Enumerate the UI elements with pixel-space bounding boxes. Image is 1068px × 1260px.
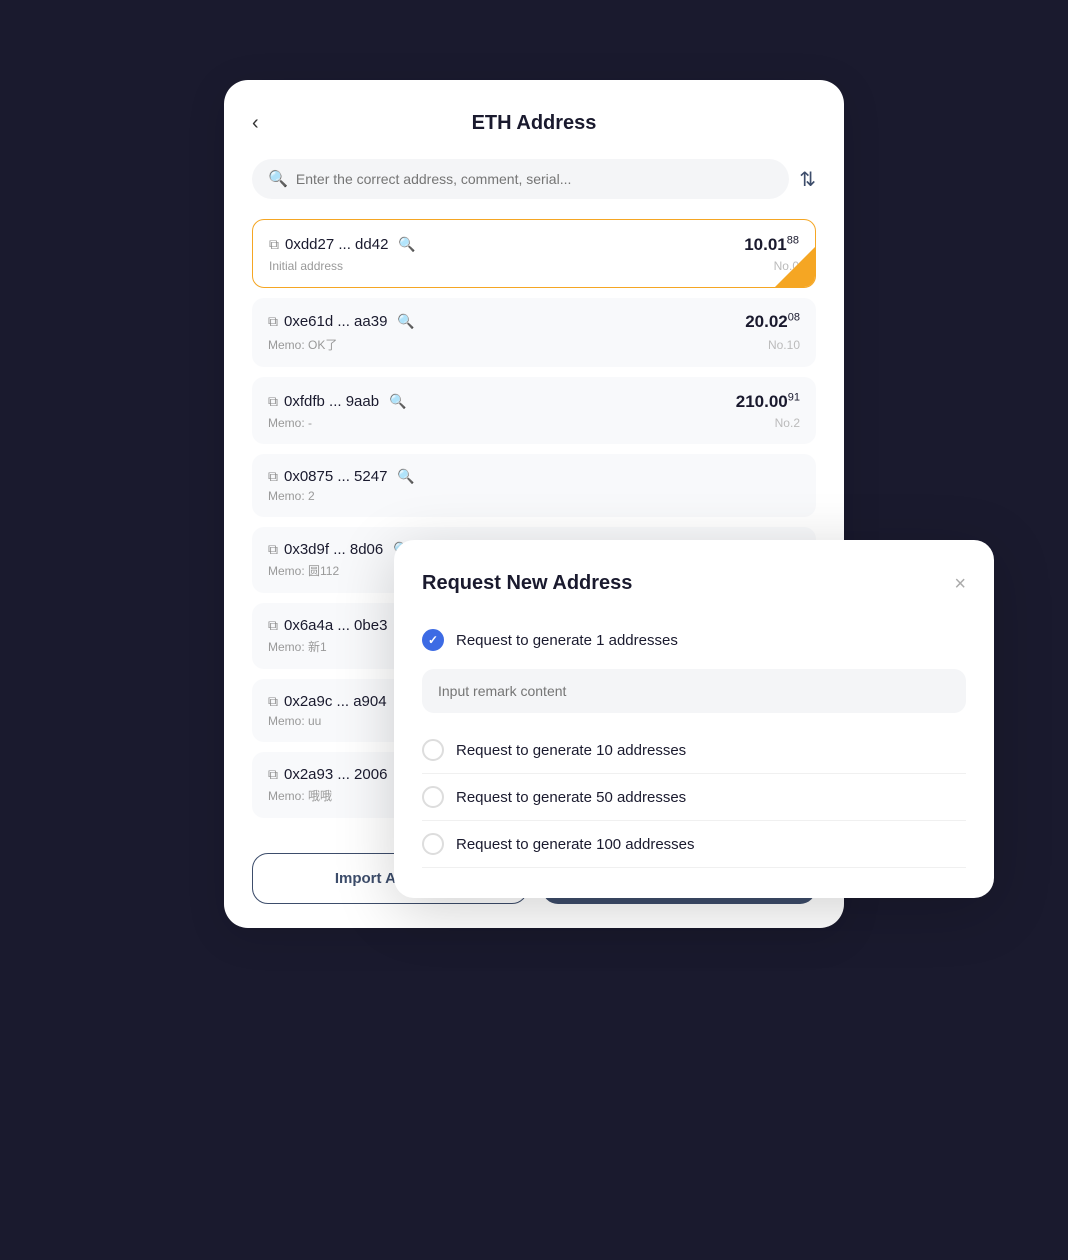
memo-text: Memo: 2 [268, 489, 315, 503]
address-text: 0xfdfb ... 9aab [284, 393, 379, 410]
no-label: No.10 [768, 338, 800, 352]
divider [422, 820, 966, 821]
copy-icon[interactable]: ⧉ [268, 541, 278, 558]
modal-header: Request New Address × [422, 572, 966, 595]
address-item[interactable]: ⧉ 0xdd27 ... dd42 🔍 10.0188 Initial addr… [252, 219, 816, 288]
main-container: ‹ ETH Address 🔍 ⇅ ⧉ 0xdd27 ... dd42 🔍 10… [194, 80, 874, 1180]
modal-options: Request to generate 1 addresses Request … [422, 619, 966, 868]
modal-close-button[interactable]: × [954, 574, 966, 594]
address-text: 0x0875 ... 5247 [284, 468, 387, 485]
copy-icon[interactable]: ⧉ [269, 236, 279, 253]
address-item[interactable]: ⧉ 0xfdfb ... 9aab 🔍 210.0091 Memo: - No.… [252, 377, 816, 444]
memo-text: Initial address [269, 259, 343, 273]
copy-icon[interactable]: ⧉ [268, 468, 278, 485]
active-corner-tag [775, 247, 815, 287]
search-address-icon[interactable]: 🔍 [397, 468, 414, 485]
address-text: 0xe61d ... aa39 [284, 313, 387, 330]
modal-title: Request New Address [422, 572, 632, 595]
memo-row: Initial address No.0 [269, 259, 799, 273]
search-row: 🔍 ⇅ [252, 159, 816, 199]
address-left: ⧉ 0x6a4a ... 0be3 🔍 [268, 617, 415, 634]
address-item[interactable]: ⧉ 0xe61d ... aa39 🔍 20.0208 Memo: OK了 No… [252, 298, 816, 368]
card-header: ‹ ETH Address [252, 112, 816, 135]
address-row: ⧉ 0xfdfb ... 9aab 🔍 210.0091 [268, 391, 800, 412]
amount-block: 20.0208 [745, 312, 800, 333]
address-left: ⧉ 0xfdfb ... 9aab 🔍 [268, 393, 407, 410]
memo-text: Memo: OK了 [268, 336, 337, 353]
address-left: ⧉ 0x2a9c ... a904 🔍 [268, 693, 414, 710]
search-bar: 🔍 [252, 159, 789, 199]
search-address-icon[interactable]: 🔍 [398, 236, 415, 253]
radio-option[interactable]: Request to generate 100 addresses [422, 823, 966, 865]
memo-row: Memo: OK了 No.10 [268, 336, 800, 353]
no-label: No.2 [775, 416, 800, 430]
radio-label: Request to generate 100 addresses [456, 836, 695, 853]
search-input[interactable] [296, 171, 773, 187]
amount-block: 210.0091 [736, 391, 800, 412]
address-row: ⧉ 0xdd27 ... dd42 🔍 10.0188 [269, 234, 799, 255]
address-left: ⧉ 0xe61d ... aa39 🔍 [268, 313, 415, 330]
search-address-icon[interactable]: 🔍 [397, 313, 414, 330]
memo-row: Memo: - No.2 [268, 416, 800, 430]
search-icon: 🔍 [268, 169, 288, 189]
radio-circle [422, 833, 444, 855]
address-text: 0x2a9c ... a904 [284, 693, 387, 710]
memo-text: Memo: uu [268, 714, 321, 728]
memo-text: Memo: - [268, 416, 312, 430]
radio-label: Request to generate 50 addresses [456, 789, 686, 806]
address-left: ⧉ 0xdd27 ... dd42 🔍 [269, 236, 416, 253]
search-address-icon[interactable]: 🔍 [389, 393, 406, 410]
radio-circle [422, 629, 444, 651]
radio-circle [422, 786, 444, 808]
amount-value: 210.0091 [736, 392, 800, 411]
address-text: 0x2a93 ... 2006 [284, 766, 387, 783]
address-row: ⧉ 0xe61d ... aa39 🔍 20.0208 [268, 312, 800, 333]
address-text: 0x3d9f ... 8d06 [284, 541, 383, 558]
divider [422, 867, 966, 868]
back-button[interactable]: ‹ [252, 112, 259, 135]
page-title: ETH Address [472, 112, 597, 135]
radio-circle [422, 739, 444, 761]
copy-icon[interactable]: ⧉ [268, 393, 278, 410]
radio-label: Request to generate 1 addresses [456, 632, 678, 649]
copy-icon[interactable]: ⧉ [268, 313, 278, 330]
memo-row: Memo: 2 [268, 489, 800, 503]
address-left: ⧉ 0x2a93 ... 2006 🔍 [268, 766, 415, 783]
radio-label: Request to generate 10 addresses [456, 742, 686, 759]
address-row: ⧉ 0x0875 ... 5247 🔍 [268, 468, 800, 485]
filter-icon[interactable]: ⇅ [799, 167, 816, 192]
address-left: ⧉ 0x0875 ... 5247 🔍 [268, 468, 415, 485]
amount-value: 20.0208 [745, 312, 800, 331]
memo-text: Memo: 新1 [268, 638, 327, 655]
radio-option[interactable]: Request to generate 1 addresses [422, 619, 966, 661]
address-left: ⧉ 0x3d9f ... 8d06 🔍 [268, 541, 411, 558]
address-text: 0xdd27 ... dd42 [285, 236, 388, 253]
remark-input[interactable] [422, 669, 966, 713]
radio-option[interactable]: Request to generate 10 addresses [422, 729, 966, 771]
memo-text: Memo: 哦哦 [268, 787, 332, 804]
copy-icon[interactable]: ⧉ [268, 617, 278, 634]
request-address-modal: Request New Address × Request to generat… [394, 540, 994, 898]
address-text: 0x6a4a ... 0be3 [284, 617, 387, 634]
memo-text: Memo: 圆112 [268, 562, 339, 579]
address-item[interactable]: ⧉ 0x0875 ... 5247 🔍 Memo: 2 [252, 454, 816, 517]
copy-icon[interactable]: ⧉ [268, 693, 278, 710]
divider [422, 773, 966, 774]
radio-option[interactable]: Request to generate 50 addresses [422, 776, 966, 818]
copy-icon[interactable]: ⧉ [268, 766, 278, 783]
